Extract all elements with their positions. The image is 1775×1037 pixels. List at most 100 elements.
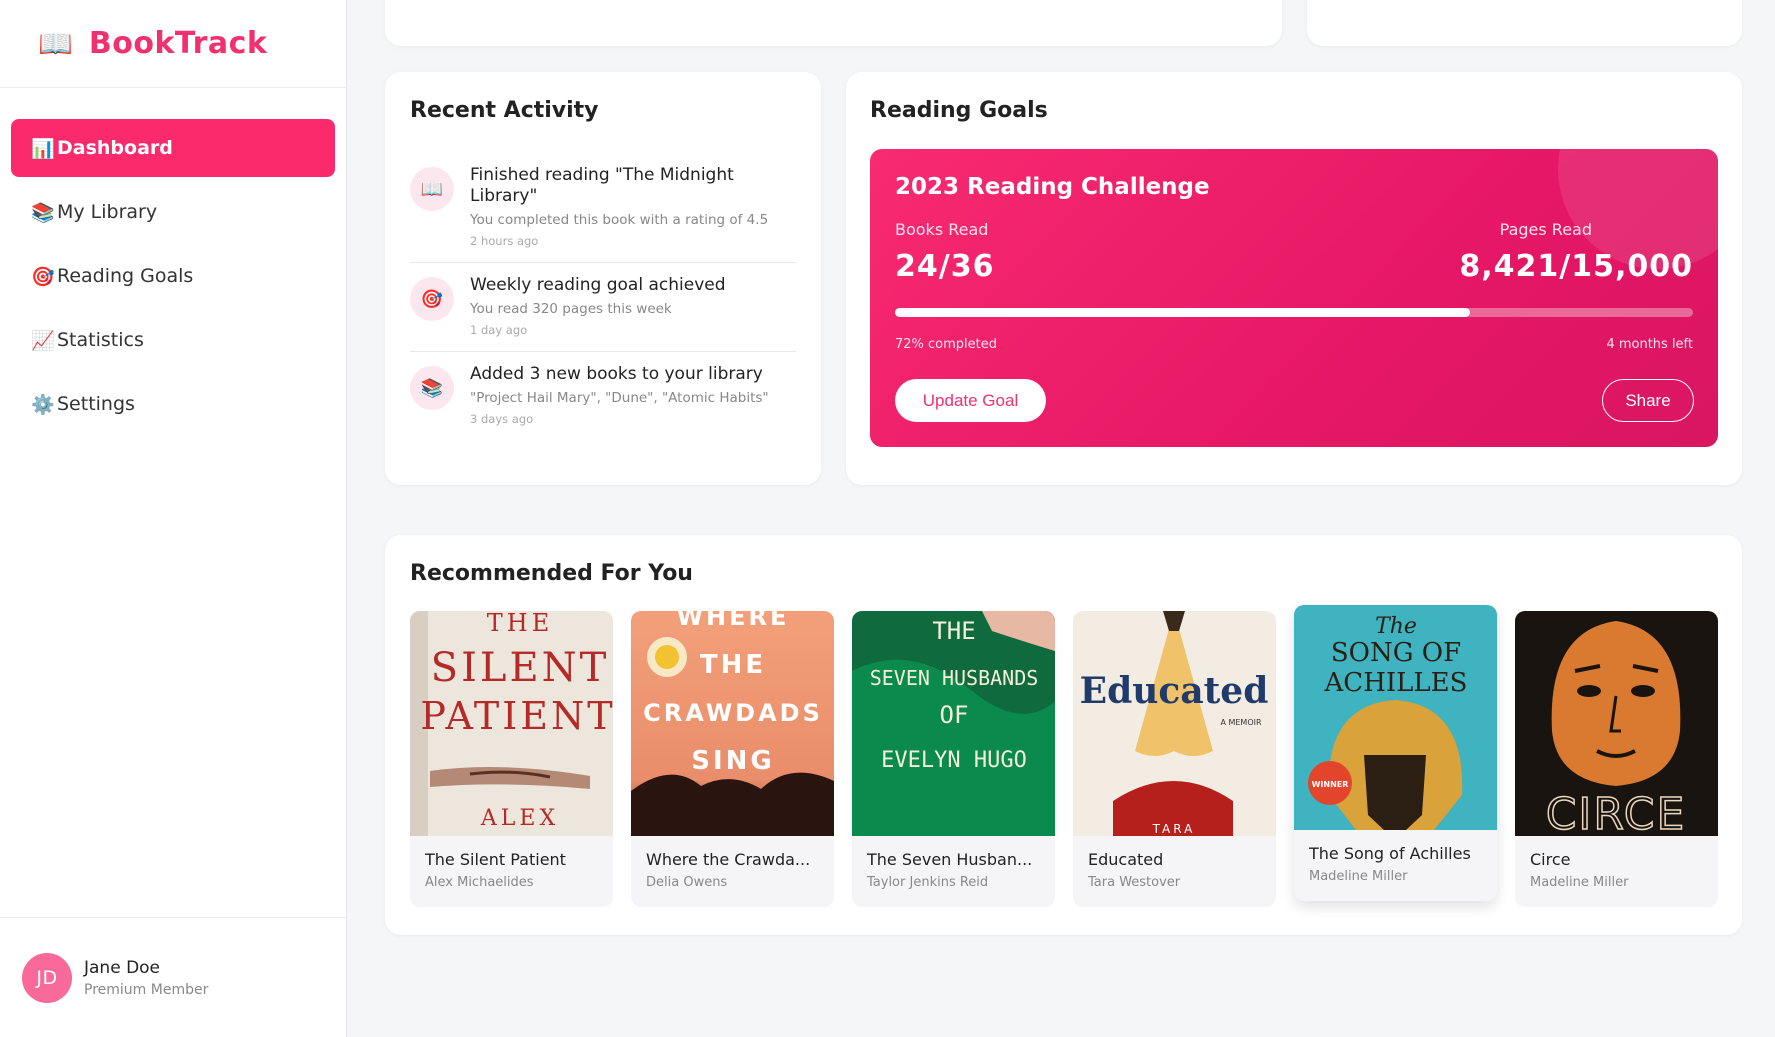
activity-title: Added 3 new books to your library <box>470 364 763 384</box>
book-title: Where the Crawda... <box>646 850 811 869</box>
cover-text: OF <box>940 701 969 729</box>
cover-text: CRAWDADS <box>643 699 823 727</box>
sidebar-item-label: Statistics <box>57 329 144 351</box>
book-title: The Silent Patient <box>425 850 566 869</box>
sidebar: 📖 BookTrack 📊 Dashboard 📚 My Library 🎯 R… <box>0 0 347 1037</box>
reading-challenge: 2023 Reading Challenge Books Read 24/36 … <box>870 149 1718 447</box>
cover-text: EVELYN HUGO <box>881 748 1027 773</box>
book-title: The Song of Achilles <box>1309 844 1471 863</box>
activity-list: 📖 Finished reading "The Midnight Library… <box>410 153 796 440</box>
book-card[interactable]: THE SEVEN HUSBANDS OF EVELYN HUGO The Se… <box>852 611 1055 907</box>
books-read-value: 24/36 <box>895 249 995 284</box>
book-card[interactable]: CIRCE Circe Madeline Miller <box>1515 611 1718 907</box>
cover-text: THE <box>932 617 975 645</box>
gear-icon: ⚙️ <box>31 393 55 416</box>
target-icon: 🎯 <box>31 265 55 288</box>
cover-text: WINNER <box>1312 780 1349 789</box>
activity-desc: You completed this book with a rating of… <box>470 212 769 228</box>
trend-icon: 📈 <box>31 329 55 352</box>
books-icon: 📚 <box>31 201 55 224</box>
cover-text: CIRCE <box>1546 789 1687 836</box>
sidebar-item-settings[interactable]: ⚙️ Settings <box>11 375 335 433</box>
book-card[interactable]: The SONG OF ACHILLES WINNER The Song of … <box>1294 605 1497 901</box>
user-name: Jane Doe <box>84 957 161 978</box>
cover-text: SING <box>691 746 775 776</box>
cover-text: PATIENT <box>420 694 613 738</box>
sidebar-item-statistics[interactable]: 📈 Statistics <box>11 311 335 369</box>
sidebar-item-label: Dashboard <box>57 137 173 159</box>
book-author: Alex Michaelides <box>425 875 534 890</box>
activity-desc: You read 320 pages this week <box>470 301 672 317</box>
book-author: Taylor Jenkins Reid <box>867 875 989 890</box>
book-author: Madeline Miller <box>1530 875 1629 890</box>
book-card[interactable]: THE SILENT PATIENT ALEX The Silent Patie… <box>410 611 613 907</box>
book-icon: 📖 <box>38 27 73 60</box>
activity-time: 2 hours ago <box>470 234 539 248</box>
book-cover: CIRCE <box>1515 611 1718 836</box>
cover-text: ACHILLES <box>1324 668 1468 698</box>
recent-activity-title: Recent Activity <box>410 98 599 123</box>
book-cover: WHERE THE CRAWDADS SING <box>631 611 834 836</box>
app-name: BookTrack <box>88 26 268 61</box>
progress-fill <box>895 308 1470 317</box>
list-item[interactable]: 📚 Added 3 new books to your library "Pro… <box>410 352 796 440</box>
book-title: Circe <box>1530 850 1571 869</box>
list-item[interactable]: 📖 Finished reading "The Midnight Library… <box>410 153 796 263</box>
sidebar-item-reading-goals[interactable]: 🎯 Reading Goals <box>11 247 335 305</box>
book-author: Delia Owens <box>646 875 728 890</box>
activity-title: Finished reading "The Midnight Library" <box>470 165 734 206</box>
book-title: The Seven Husban... <box>867 850 1033 869</box>
sidebar-item-dashboard[interactable]: 📊 Dashboard <box>11 119 335 177</box>
books-read-label: Books Read <box>895 220 989 239</box>
list-item[interactable]: 🎯 Weekly reading goal achieved You read … <box>410 263 796 352</box>
recommended-card: Recommended For You THE SILENT PATIENT A… <box>385 535 1742 935</box>
reading-goals-card: Reading Goals 2023 Reading Challenge Boo… <box>846 72 1742 485</box>
share-button[interactable]: Share <box>1602 379 1694 422</box>
challenge-title: 2023 Reading Challenge <box>895 174 1210 200</box>
cover-text: ALEX <box>480 806 559 831</box>
activity-title: Weekly reading goal achieved <box>470 275 726 295</box>
remaining-text: 4 months left <box>1606 337 1693 352</box>
recent-activity-card: Recent Activity 📖 Finished reading "The … <box>385 72 821 485</box>
activity-desc: "Project Hail Mary", "Dune", "Atomic Hab… <box>470 390 769 406</box>
sidebar-nav: 📊 Dashboard 📚 My Library 🎯 Reading Goals… <box>0 88 346 433</box>
cover-text: Educated <box>1080 670 1269 712</box>
user-profile[interactable]: JD Jane Doe Premium Member <box>0 917 346 1037</box>
progress-bar <box>895 308 1693 317</box>
user-role: Premium Member <box>84 981 209 998</box>
cover-text: THE <box>700 650 766 680</box>
cover-text: A MEMOIR <box>1220 718 1262 727</box>
logo[interactable]: 📖 BookTrack <box>0 0 346 88</box>
avatar: JD <box>22 952 72 1003</box>
book-card[interactable]: Educated A MEMOIR TARA Educated Tara Wes… <box>1073 611 1276 907</box>
cover-text: TARA <box>1152 822 1196 836</box>
sidebar-item-label: Settings <box>57 393 135 415</box>
book-card[interactable]: WHERE THE CRAWDADS SING Where the Crawda… <box>631 611 834 907</box>
cover-text: WHERE <box>677 611 790 631</box>
book-cover: THE SEVEN HUSBANDS OF EVELYN HUGO <box>852 611 1055 836</box>
activity-time: 1 day ago <box>470 323 528 337</box>
cover-text: The <box>1375 614 1417 639</box>
completed-text: 72% completed <box>895 337 998 352</box>
book-cover: THE SILENT PATIENT ALEX <box>410 611 613 836</box>
sidebar-item-label: My Library <box>57 201 158 223</box>
book-icon: 📖 <box>410 167 454 211</box>
books-icon: 📚 <box>410 366 454 410</box>
sidebar-item-my-library[interactable]: 📚 My Library <box>11 183 335 241</box>
recommended-title: Recommended For You <box>410 561 693 586</box>
update-goal-button[interactable]: Update Goal <box>895 379 1046 422</box>
pages-read-label: Pages Read <box>1499 220 1592 239</box>
book-title: Educated <box>1088 850 1164 869</box>
book-cover: The SONG OF ACHILLES WINNER <box>1294 605 1497 830</box>
sidebar-item-label: Reading Goals <box>57 265 194 287</box>
book-cover: Educated A MEMOIR TARA <box>1073 611 1276 836</box>
reading-goals-title: Reading Goals <box>870 98 1048 123</box>
top-card-right <box>1307 0 1742 46</box>
target-icon: 🎯 <box>410 277 454 321</box>
top-card-left <box>385 0 1282 46</box>
book-author: Madeline Miller <box>1309 869 1408 884</box>
cover-text: SEVEN HUSBANDS <box>870 666 1039 690</box>
cover-text: SILENT <box>431 645 610 691</box>
cover-text: THE <box>487 611 553 637</box>
cover-text: SONG OF <box>1331 638 1461 668</box>
